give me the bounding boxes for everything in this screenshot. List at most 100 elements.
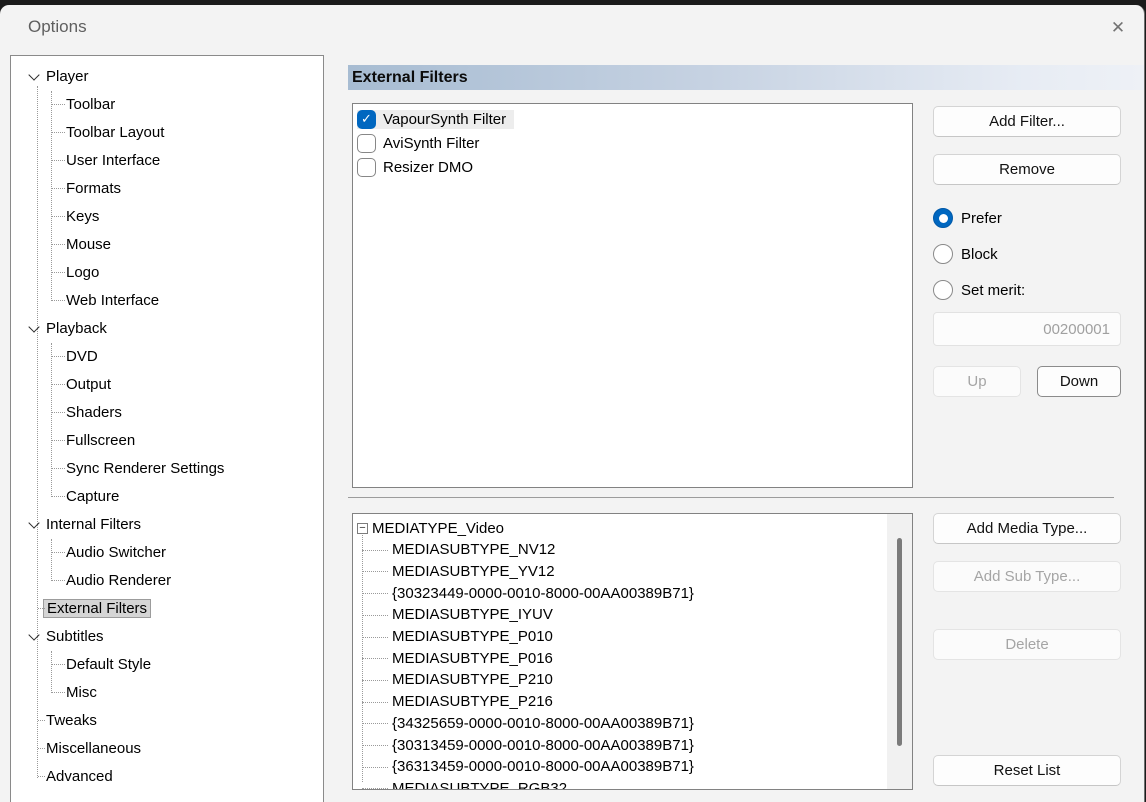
tree-item-label: Miscellaneous bbox=[46, 740, 141, 757]
media-subtype-mediasubtype-rgb32[interactable]: MEDIASUBTYPE_RGB32 bbox=[353, 777, 567, 790]
tree-item-formats[interactable]: Formats bbox=[12, 174, 322, 202]
remove-filter-button[interactable]: Remove bbox=[933, 154, 1121, 185]
filter-row-inner: Resizer DMO bbox=[357, 158, 481, 177]
tree-item-logo[interactable]: Logo bbox=[12, 258, 322, 286]
filter-row-resizer-dmo[interactable]: Resizer DMO bbox=[357, 155, 481, 179]
media-subtype-mediasubtype-p210[interactable]: MEDIASUBTYPE_P210 bbox=[353, 669, 553, 691]
scrollbar-thumb[interactable] bbox=[897, 538, 902, 746]
tree-connector bbox=[52, 132, 65, 133]
checkbox-unchecked-icon[interactable] bbox=[357, 158, 376, 177]
radio-row-block[interactable]: Block bbox=[933, 243, 998, 265]
tree-item-player[interactable]: Player bbox=[12, 62, 322, 90]
media-type-label: MEDIASUBTYPE_P016 bbox=[392, 650, 553, 667]
tree-item-label: DVD bbox=[66, 348, 98, 365]
move-down-button[interactable]: Down bbox=[1037, 366, 1121, 397]
tree-item-audio-renderer[interactable]: Audio Renderer bbox=[12, 566, 322, 594]
tree-item-playback[interactable]: Playback bbox=[12, 314, 322, 342]
add-sub-type-button[interactable]: Add Sub Type... bbox=[933, 561, 1121, 592]
tree-item-tweaks[interactable]: Tweaks bbox=[12, 706, 322, 734]
tree-item-label: Keys bbox=[66, 208, 99, 225]
tree-item-web-interface[interactable]: Web Interface bbox=[12, 286, 322, 314]
tree-item-internal-filters[interactable]: Internal Filters bbox=[12, 510, 322, 538]
move-up-button[interactable]: Up bbox=[933, 366, 1021, 397]
tree-item-capture[interactable]: Capture bbox=[12, 482, 322, 510]
tree-item-external-filters[interactable]: External Filters bbox=[12, 594, 322, 622]
chevron-expanded-icon[interactable] bbox=[28, 322, 40, 334]
media-subtype-mediasubtype-iyuv[interactable]: MEDIASUBTYPE_IYUV bbox=[353, 604, 553, 626]
tree-connector bbox=[52, 300, 65, 301]
tree-connector bbox=[362, 767, 388, 768]
radio-selected-icon[interactable] bbox=[933, 208, 953, 228]
tree-item-keys[interactable]: Keys bbox=[12, 202, 322, 230]
tree-connector bbox=[52, 496, 65, 497]
radio-label: Prefer bbox=[961, 210, 1002, 227]
collapse-expander-icon[interactable]: − bbox=[357, 523, 368, 534]
tree-connector bbox=[52, 188, 65, 189]
tree-connector bbox=[38, 748, 45, 749]
tree-connector bbox=[52, 664, 65, 665]
radio-label: Set merit: bbox=[961, 282, 1025, 299]
tree-item-toolbar-layout[interactable]: Toolbar Layout bbox=[12, 118, 322, 146]
filter-row-inner: ✓VapourSynth Filter bbox=[357, 110, 514, 129]
tree-connector bbox=[52, 356, 65, 357]
tree-item-dvd[interactable]: DVD bbox=[12, 342, 322, 370]
checkbox-unchecked-icon[interactable] bbox=[357, 134, 376, 153]
tree-item-default-style[interactable]: Default Style bbox=[12, 650, 322, 678]
add-media-type-button[interactable]: Add Media Type... bbox=[933, 513, 1121, 544]
tree-item-label: Web Interface bbox=[66, 292, 159, 309]
tree-item-sync-renderer-settings[interactable]: Sync Renderer Settings bbox=[12, 454, 322, 482]
tree-connector bbox=[52, 692, 65, 693]
tree-item-label: User Interface bbox=[66, 152, 160, 169]
tree-item-label: Advanced bbox=[46, 768, 113, 785]
tree-item-advanced[interactable]: Advanced bbox=[12, 762, 322, 790]
reset-list-button[interactable]: Reset List bbox=[933, 755, 1121, 786]
options-category-tree: Player Toolbar Toolbar Layout User Interfac… bbox=[10, 55, 324, 802]
tree-item-audio-switcher[interactable]: Audio Switcher bbox=[12, 538, 322, 566]
merit-input[interactable] bbox=[933, 312, 1121, 346]
chevron-expanded-icon[interactable] bbox=[28, 70, 40, 82]
tree-item-toolbar[interactable]: Toolbar bbox=[12, 90, 322, 118]
checkbox-checked-icon[interactable]: ✓ bbox=[357, 110, 376, 129]
tree-connector bbox=[362, 680, 388, 681]
add-filter-button[interactable]: Add Filter... bbox=[933, 106, 1121, 137]
media-subtype-mediasubtype-p016[interactable]: MEDIASUBTYPE_P016 bbox=[353, 647, 553, 669]
tree-item-fullscreen[interactable]: Fullscreen bbox=[12, 426, 322, 454]
media-subtype-30323449-0000-0010-8000-00aa00389b71[interactable]: {30323449-0000-0010-8000-00AA00389B71} bbox=[353, 582, 694, 604]
chevron-expanded-icon[interactable] bbox=[28, 518, 40, 530]
filter-row-avisynth-filter[interactable]: AviSynth Filter bbox=[357, 131, 487, 155]
tree-connector bbox=[52, 384, 65, 385]
radio-unselected-icon[interactable] bbox=[933, 280, 953, 300]
tree-item-subtitles[interactable]: Subtitles bbox=[12, 622, 322, 650]
media-subtype-30313459-0000-0010-8000-00aa00389b71[interactable]: {30313459-0000-0010-8000-00AA00389B71} bbox=[353, 734, 694, 756]
media-subtype-36313459-0000-0010-8000-00aa00389b71[interactable]: {36313459-0000-0010-8000-00AA00389B71} bbox=[353, 756, 694, 778]
page-title: External Filters bbox=[348, 69, 468, 87]
radio-unselected-icon[interactable] bbox=[933, 244, 953, 264]
radio-row-set-merit[interactable]: Set merit: bbox=[933, 279, 1025, 301]
radio-row-prefer[interactable]: Prefer bbox=[933, 207, 1002, 229]
tree-item-output[interactable]: Output bbox=[12, 370, 322, 398]
media-subtype-mediasubtype-p216[interactable]: MEDIASUBTYPE_P216 bbox=[353, 691, 553, 713]
tree-item-label: Toolbar Layout bbox=[66, 124, 164, 141]
tree-item-label: Player bbox=[46, 68, 89, 85]
media-type-label: {30323449-0000-0010-8000-00AA00389B71} bbox=[392, 585, 694, 602]
tree-item-shaders[interactable]: Shaders bbox=[12, 398, 322, 426]
close-icon[interactable]: ✕ bbox=[1104, 14, 1132, 42]
media-type-label: {36313459-0000-0010-8000-00AA00389B71} bbox=[392, 758, 694, 775]
media-subtype-mediasubtype-p010[interactable]: MEDIASUBTYPE_P010 bbox=[353, 626, 553, 648]
media-type-label: MEDIASUBTYPE_RGB32 bbox=[392, 780, 567, 790]
tree-item-miscellaneous[interactable]: Miscellaneous bbox=[12, 734, 322, 762]
chevron-expanded-icon[interactable] bbox=[28, 630, 40, 642]
media-subtype-34325659-0000-0010-8000-00aa00389b71[interactable]: {34325659-0000-0010-8000-00AA00389B71} bbox=[353, 712, 694, 734]
media-list-scrollbar[interactable] bbox=[887, 514, 912, 789]
tree-item-user-interface[interactable]: User Interface bbox=[12, 146, 322, 174]
media-subtype-mediasubtype-nv12[interactable]: MEDIASUBTYPE_NV12 bbox=[353, 539, 555, 561]
media-type-label: MEDIASUBTYPE_P216 bbox=[392, 693, 553, 710]
filter-row-vapoursynth-filter[interactable]: ✓VapourSynth Filter bbox=[357, 107, 514, 131]
tree-item-misc[interactable]: Misc bbox=[12, 678, 322, 706]
media-type-mediatype-video[interactable]: −MEDIATYPE_Video bbox=[353, 517, 504, 539]
delete-media-type-button[interactable]: Delete bbox=[933, 629, 1121, 660]
tree-item-label: Output bbox=[66, 376, 111, 393]
tree-item-mouse[interactable]: Mouse bbox=[12, 230, 322, 258]
media-subtype-mediasubtype-yv12[interactable]: MEDIASUBTYPE_YV12 bbox=[353, 560, 555, 582]
tree-connector bbox=[362, 745, 388, 746]
